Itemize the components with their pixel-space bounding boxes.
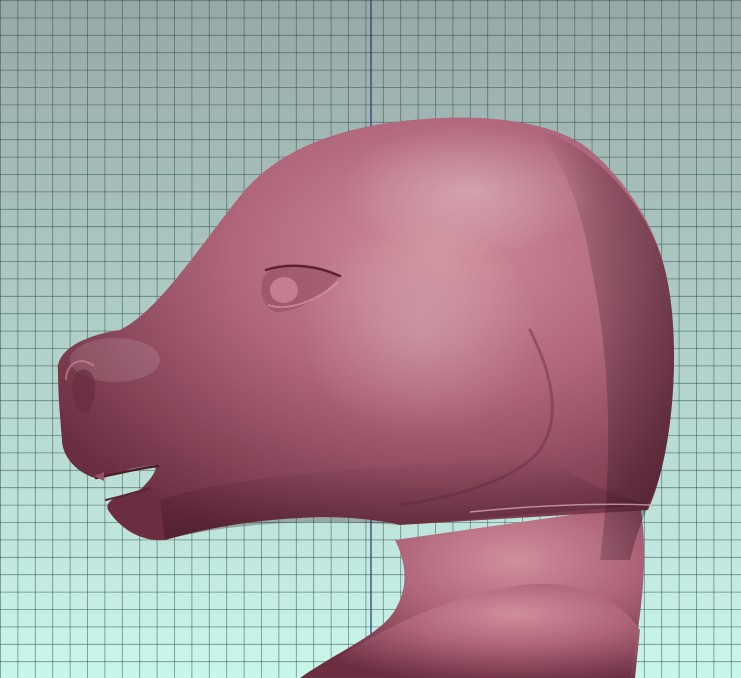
- model-eyeball: [270, 277, 298, 303]
- viewport-canvas[interactable]: [0, 0, 741, 678]
- sculpt-viewport[interactable]: [0, 0, 741, 678]
- model-cheek-highlight: [300, 220, 540, 440]
